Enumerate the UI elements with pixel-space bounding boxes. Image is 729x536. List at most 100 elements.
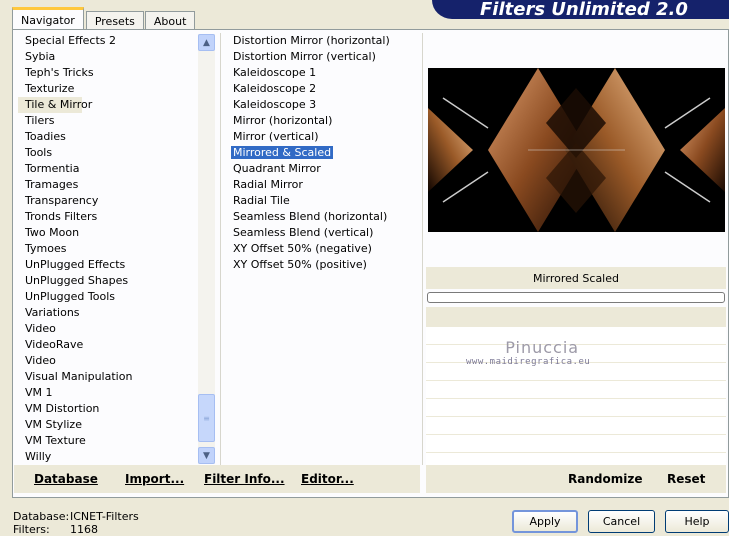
filter-info-button[interactable]: Filter Info... (204, 472, 285, 486)
watermark-name: Pinuccia (505, 338, 580, 357)
editor-button[interactable]: Editor... (301, 472, 354, 486)
category-list[interactable]: Special Effects 2 Sybia Teph's Tricks Textu… (18, 33, 198, 465)
filter-item[interactable]: Distortion Mirror (vertical) (226, 49, 420, 65)
category-item[interactable]: Tymoes (18, 241, 198, 257)
filter-item-label: Quadrant Mirror (233, 162, 321, 175)
tab-about[interactable]: About (144, 11, 196, 30)
database-value: ICNET-Filters (70, 510, 139, 523)
filter-item[interactable]: Radial Mirror (226, 177, 420, 193)
param-row (426, 399, 726, 417)
watermark: Pinuccia www.maidiregrafica.eu (466, 338, 590, 367)
category-item[interactable]: UnPlugged Tools (18, 289, 198, 305)
preview-graphic (428, 68, 725, 232)
filter-item[interactable]: Distortion Mirror (horizontal) (226, 33, 420, 49)
filters-count-label: Filters: (13, 523, 50, 536)
category-item[interactable]: VM Stylize (18, 417, 198, 433)
category-scrollbar[interactable]: ▲ ≡ ▼ (198, 34, 215, 464)
scroll-thumb[interactable]: ≡ (198, 394, 215, 442)
database-label: Database: (13, 510, 70, 523)
filter-item-label: Kaleidoscope 3 (233, 98, 317, 111)
preview-image (428, 68, 725, 232)
filter-item-label: Mirrored & Scaled (231, 146, 334, 159)
bottom-toolbar-right: Randomize Reset (426, 465, 726, 493)
category-item[interactable]: Teph's Tricks (18, 65, 198, 81)
tab-presets[interactable]: Presets (85, 11, 144, 30)
category-item[interactable]: Video (18, 353, 198, 369)
param-row (426, 417, 726, 435)
help-button[interactable]: Help (665, 510, 729, 533)
category-item[interactable]: Toadies (18, 129, 198, 145)
filter-item[interactable]: Quadrant Mirror (226, 161, 420, 177)
category-item[interactable]: Tile & Mirror (18, 97, 92, 113)
category-item[interactable]: VideoRave (18, 337, 198, 353)
category-item[interactable]: VM Texture (18, 433, 198, 449)
filter-item-label: XY Offset 50% (negative) (233, 242, 372, 255)
filter-item-label: Mirror (horizontal) (233, 114, 333, 127)
category-item[interactable]: Visual Manipulation (18, 369, 198, 385)
category-item[interactable]: Tools (18, 145, 198, 161)
filter-item[interactable]: Mirror (vertical) (226, 129, 420, 145)
status-area: Database:ICNET-Filters Filters: 1168 (13, 510, 139, 536)
progress-bar (427, 292, 725, 303)
filter-item-label: Kaleidoscope 1 (233, 66, 317, 79)
category-item[interactable]: Tormentia (18, 161, 198, 177)
category-item[interactable]: VM Distortion (18, 401, 198, 417)
category-item[interactable]: Transparency (18, 193, 198, 209)
category-item[interactable]: Willy (18, 449, 198, 465)
filter-item[interactable]: XY Offset 50% (positive) (226, 257, 420, 273)
category-item[interactable]: Texturize (18, 81, 198, 97)
param-row (426, 381, 726, 399)
category-item[interactable]: Sybia (18, 49, 198, 65)
tab-bar: Navigator Presets About (12, 6, 196, 30)
column-divider (422, 33, 423, 465)
bottom-toolbar-left: Database Import... Filter Info... Editor… (14, 465, 420, 493)
category-item[interactable]: UnPlugged Shapes (18, 273, 198, 289)
scroll-down-button[interactable]: ▼ (198, 447, 215, 464)
watermark-url: www.maidiregrafica.eu (466, 357, 591, 367)
filter-item[interactable]: Kaleidoscope 2 (226, 81, 420, 97)
param-row (426, 307, 726, 327)
filter-list[interactable]: Distortion Mirror (horizontal) Distortion… (226, 33, 420, 465)
column-divider (220, 33, 221, 465)
category-item[interactable]: Variations (18, 305, 198, 321)
filter-item-label: Mirror (vertical) (233, 130, 319, 143)
category-item[interactable]: Two Moon (18, 225, 198, 241)
scroll-up-button[interactable]: ▲ (198, 34, 215, 51)
filter-item[interactable]: Radial Tile (226, 193, 420, 209)
app-banner: Filters Unlimited 2.0 (432, 0, 729, 20)
category-item[interactable]: Video (18, 321, 198, 337)
filter-item[interactable]: Mirror (horizontal) (226, 113, 420, 129)
randomize-button[interactable]: Randomize (568, 472, 642, 486)
tab-navigator[interactable]: Navigator (12, 7, 84, 30)
cancel-button[interactable]: Cancel (588, 510, 655, 533)
filter-item-label: Kaleidoscope 2 (233, 82, 317, 95)
filters-count-value: 1168 (70, 523, 98, 536)
filter-item-label: Seamless Blend (vertical) (233, 226, 374, 239)
filter-item-label: XY Offset 50% (positive) (233, 258, 367, 271)
filter-item-label: Radial Tile (233, 194, 290, 207)
filter-item[interactable]: Kaleidoscope 1 (226, 65, 420, 81)
filter-item[interactable]: Kaleidoscope 3 (226, 97, 420, 113)
filter-item[interactable]: Mirrored & Scaled (226, 145, 420, 161)
apply-button[interactable]: Apply (512, 510, 578, 533)
category-item[interactable]: Tramages (18, 177, 198, 193)
filter-item-label: Seamless Blend (horizontal) (233, 210, 388, 223)
filter-item[interactable]: Seamless Blend (vertical) (226, 225, 420, 241)
import-button[interactable]: Import... (125, 472, 184, 486)
category-item[interactable]: UnPlugged Effects (18, 257, 198, 273)
parameter-area: Mirrored Scaled (426, 267, 726, 471)
filter-item[interactable]: Seamless Blend (horizontal) (226, 209, 420, 225)
filter-name-label: Mirrored Scaled (426, 267, 726, 289)
param-row (426, 435, 726, 453)
category-item[interactable]: Special Effects 2 (18, 33, 198, 49)
category-item[interactable]: Tronds Filters (18, 209, 198, 225)
filter-item-label: Radial Mirror (233, 178, 303, 191)
filter-item[interactable]: XY Offset 50% (negative) (226, 241, 420, 257)
category-item[interactable]: VM 1 (18, 385, 198, 401)
reset-button[interactable]: Reset (667, 472, 705, 486)
filter-item-label: Distortion Mirror (horizontal) (233, 34, 390, 47)
banner-title: Filters Unlimited 2.0 (480, 0, 688, 20)
database-button[interactable]: Database (34, 472, 98, 486)
filter-item-label: Distortion Mirror (vertical) (233, 50, 376, 63)
category-item[interactable]: Tilers (18, 113, 198, 129)
